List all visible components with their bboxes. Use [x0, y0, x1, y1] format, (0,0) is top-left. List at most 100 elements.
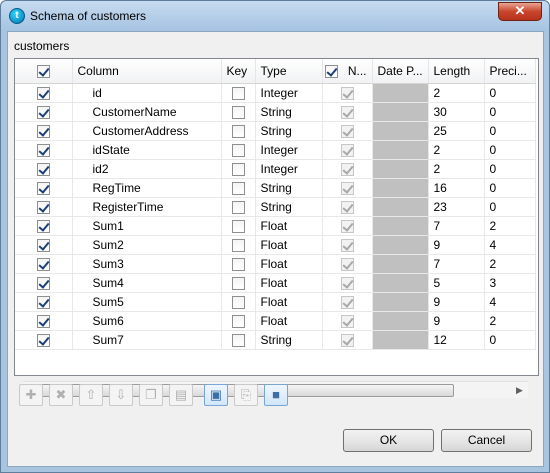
column-name-cell[interactable]: Sum4	[72, 273, 222, 293]
scroll-right-arrow-icon[interactable]: ▶	[511, 382, 528, 399]
nullable-checkbox[interactable]	[340, 181, 354, 195]
nullable-cell[interactable]	[322, 235, 373, 255]
close-button[interactable]: ✕	[498, 2, 542, 21]
table-row[interactable]: Sum5 Float 9 4	[15, 292, 536, 312]
nullable-cell[interactable]	[322, 273, 373, 293]
length-cell[interactable]: 25	[428, 121, 485, 141]
type-cell[interactable]: String	[255, 102, 323, 122]
nullable-all-checkbox[interactable]	[324, 64, 338, 78]
key-checkbox[interactable]	[231, 276, 245, 290]
header-length[interactable]: Length	[428, 59, 485, 84]
row-select-checkbox[interactable]	[36, 295, 50, 309]
precision-cell[interactable]: 2	[484, 311, 536, 331]
precision-cell[interactable]: 0	[484, 140, 536, 160]
row-select-cell[interactable]	[15, 159, 73, 179]
nullable-cell[interactable]	[322, 216, 373, 236]
row-select-cell[interactable]	[15, 121, 73, 141]
length-cell[interactable]: 9	[428, 311, 485, 331]
row-select-cell[interactable]	[15, 197, 73, 217]
table-row[interactable]: CustomerAddress String 25 0	[15, 121, 536, 141]
date-pattern-cell[interactable]	[372, 254, 429, 274]
key-cell[interactable]	[221, 159, 256, 179]
key-cell[interactable]	[221, 330, 256, 350]
select-all-checkbox[interactable]	[36, 64, 50, 78]
copy-icon[interactable]: ❐	[139, 384, 163, 406]
column-name-cell[interactable]: Sum3	[72, 254, 222, 274]
table-row[interactable]: Sum6 Float 9 2	[15, 311, 536, 331]
key-checkbox[interactable]	[231, 124, 245, 138]
length-cell[interactable]: 2	[428, 83, 485, 103]
nullable-cell[interactable]	[322, 330, 373, 350]
precision-cell[interactable]: 2	[484, 216, 536, 236]
row-select-cell[interactable]	[15, 311, 73, 331]
row-select-checkbox[interactable]	[36, 314, 50, 328]
precision-cell[interactable]: 0	[484, 178, 536, 198]
nullable-checkbox[interactable]	[340, 333, 354, 347]
date-pattern-cell[interactable]	[372, 140, 429, 160]
table-row[interactable]: CustomerName String 30 0	[15, 102, 536, 122]
row-select-checkbox[interactable]	[36, 86, 50, 100]
table-row[interactable]: Sum1 Float 7 2	[15, 216, 536, 236]
remove-row-icon[interactable]: ✖	[49, 384, 73, 406]
type-cell[interactable]: String	[255, 330, 323, 350]
table-row[interactable]: idState Integer 2 0	[15, 140, 536, 160]
row-select-cell[interactable]	[15, 216, 73, 236]
row-select-checkbox[interactable]	[36, 333, 50, 347]
precision-cell[interactable]: 0	[484, 330, 536, 350]
nullable-checkbox[interactable]	[340, 105, 354, 119]
nullable-checkbox[interactable]	[340, 238, 354, 252]
header-nullable[interactable]: N...	[322, 59, 373, 84]
length-cell[interactable]: 12	[428, 330, 485, 350]
row-select-cell[interactable]	[15, 330, 73, 350]
row-select-checkbox[interactable]	[36, 238, 50, 252]
type-cell[interactable]: String	[255, 178, 323, 198]
column-name-cell[interactable]: Sum5	[72, 292, 222, 312]
nullable-cell[interactable]	[322, 197, 373, 217]
row-select-checkbox[interactable]	[36, 276, 50, 290]
column-name-cell[interactable]: Sum6	[72, 311, 222, 331]
key-checkbox[interactable]	[231, 86, 245, 100]
save-schema-icon[interactable]: ■	[264, 384, 288, 406]
date-pattern-cell[interactable]	[372, 83, 429, 103]
length-cell[interactable]: 30	[428, 102, 485, 122]
date-pattern-cell[interactable]	[372, 121, 429, 141]
date-pattern-cell[interactable]	[372, 178, 429, 198]
precision-cell[interactable]: 3	[484, 273, 536, 293]
header-type[interactable]: Type	[255, 59, 323, 84]
date-pattern-cell[interactable]	[372, 311, 429, 331]
length-cell[interactable]: 9	[428, 235, 485, 255]
column-name-cell[interactable]: id2	[72, 159, 222, 179]
table-row[interactable]: RegTime String 16 0	[15, 178, 536, 198]
nullable-cell[interactable]	[322, 102, 373, 122]
key-checkbox[interactable]	[231, 143, 245, 157]
nullable-cell[interactable]	[322, 292, 373, 312]
key-cell[interactable]	[221, 178, 256, 198]
column-name-cell[interactable]: Sum7	[72, 330, 222, 350]
nullable-cell[interactable]	[322, 311, 373, 331]
type-cell[interactable]: Float	[255, 254, 323, 274]
date-pattern-cell[interactable]	[372, 273, 429, 293]
key-cell[interactable]	[221, 273, 256, 293]
export-schema-icon[interactable]: ⎘	[234, 384, 258, 406]
table-row[interactable]: id Integer 2 0	[15, 83, 536, 103]
date-pattern-cell[interactable]	[372, 235, 429, 255]
type-cell[interactable]: Float	[255, 235, 323, 255]
header-key[interactable]: Key	[221, 59, 256, 84]
type-cell[interactable]: String	[255, 121, 323, 141]
move-up-icon[interactable]: ⇧	[79, 384, 103, 406]
precision-cell[interactable]: 0	[484, 121, 536, 141]
length-cell[interactable]: 23	[428, 197, 485, 217]
select-all-header[interactable]	[15, 59, 73, 84]
precision-cell[interactable]: 0	[484, 83, 536, 103]
column-name-cell[interactable]: Sum1	[72, 216, 222, 236]
row-select-checkbox[interactable]	[36, 219, 50, 233]
key-cell[interactable]	[221, 292, 256, 312]
nullable-cell[interactable]	[322, 159, 373, 179]
length-cell[interactable]: 16	[428, 178, 485, 198]
length-cell[interactable]: 7	[428, 254, 485, 274]
type-cell[interactable]: String	[255, 197, 323, 217]
nullable-cell[interactable]	[322, 121, 373, 141]
precision-cell[interactable]: 0	[484, 197, 536, 217]
length-cell[interactable]: 2	[428, 140, 485, 160]
date-pattern-cell[interactable]	[372, 197, 429, 217]
